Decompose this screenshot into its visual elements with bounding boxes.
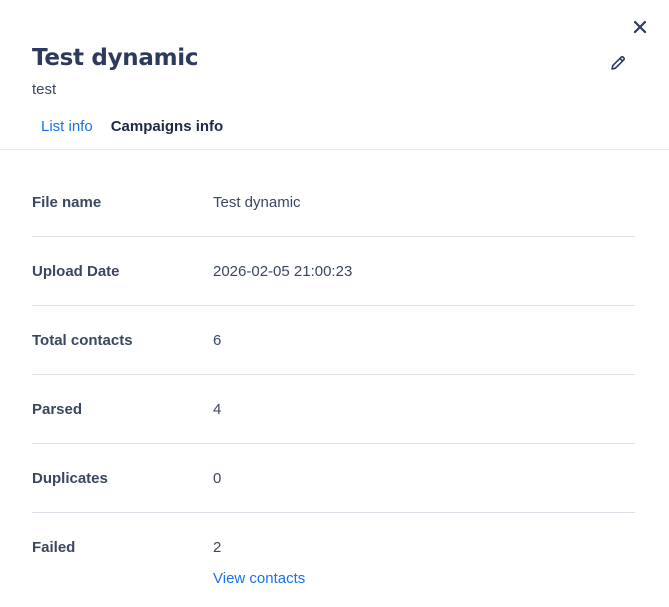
info-value: 4	[213, 401, 222, 418]
pencil-icon	[611, 55, 626, 70]
info-label: Parsed	[32, 401, 83, 418]
tab-list-info[interactable]: List info	[32, 108, 102, 150]
info-row-parsed: Parsed 4	[32, 375, 635, 444]
info-label: Duplicates	[32, 470, 108, 487]
info-label: Failed	[32, 539, 76, 556]
close-icon	[633, 20, 647, 34]
info-value: 2026-02-05 21:00:23	[213, 263, 353, 280]
view-contacts-link[interactable]: View contacts	[213, 570, 305, 587]
close-button[interactable]	[628, 15, 652, 39]
info-value: 6	[213, 332, 222, 349]
page-title: Test dynamic	[32, 45, 199, 71]
info-row-total-contacts: Total contacts 6	[32, 306, 635, 375]
tab-campaigns-info[interactable]: Campaigns info	[102, 108, 233, 150]
info-label: Total contacts	[32, 332, 133, 349]
edit-button[interactable]	[606, 51, 630, 75]
info-label: File name	[32, 194, 102, 211]
info-value: 0	[213, 470, 222, 487]
tabs-divider	[0, 149, 669, 150]
info-row-file-name: File name Test dynamic	[32, 168, 635, 237]
info-label: Upload Date	[32, 263, 120, 280]
list-info-table: File name Test dynamic Upload Date 2026-…	[32, 168, 635, 603]
page-subtitle: test	[32, 81, 57, 98]
info-value: Test dynamic	[213, 194, 301, 211]
list-details-panel: Test dynamic test List info Campaigns in…	[0, 0, 669, 607]
info-row-upload-date: Upload Date 2026-02-05 21:00:23	[32, 237, 635, 306]
info-row-failed: Failed 2 View contacts	[32, 513, 635, 603]
tab-bar: List info Campaigns info	[32, 108, 232, 150]
info-row-duplicates: Duplicates 0	[32, 444, 635, 513]
info-value: 2	[213, 539, 222, 556]
